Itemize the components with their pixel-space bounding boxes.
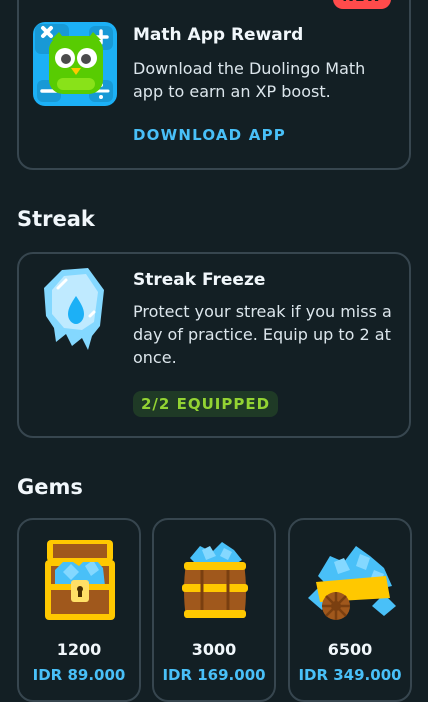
gem-amount: 6500 — [327, 640, 373, 659]
math-reward-title: Math App Reward — [133, 25, 304, 45]
gem-pack-card[interactable]: 6500 IDR 349.000 — [288, 518, 412, 702]
gem-chest-icon — [41, 536, 119, 630]
gem-pack-card[interactable]: 1200 IDR 89.000 — [17, 518, 141, 702]
streak-section-title: Streak — [17, 207, 95, 231]
streak-freeze-icon — [42, 266, 106, 356]
download-app-button[interactable]: DOWNLOAD APP — [133, 126, 286, 144]
gem-barrel-icon — [176, 536, 254, 630]
gem-pack-card[interactable]: 3000 IDR 169.000 — [152, 518, 276, 702]
new-badge: NEW — [333, 0, 391, 9]
gem-amount: 3000 — [191, 640, 237, 659]
gem-amount: 1200 — [56, 640, 102, 659]
math-app-icon — [33, 22, 117, 110]
gem-price: IDR 89.000 — [32, 666, 126, 684]
math-reward-description: Download the Duolingo Math app to earn a… — [133, 59, 366, 101]
streak-freeze-description: Protect your streak if you miss a day of… — [133, 302, 392, 367]
gem-price: IDR 349.000 — [298, 666, 402, 684]
streak-freeze-title: Streak Freeze — [133, 270, 266, 290]
gem-cart-icon — [304, 536, 398, 630]
equipped-status-badge: 2/2 EQUIPPED — [133, 391, 279, 417]
gem-price: IDR 169.000 — [162, 666, 266, 684]
gems-section-title: Gems — [17, 475, 83, 499]
